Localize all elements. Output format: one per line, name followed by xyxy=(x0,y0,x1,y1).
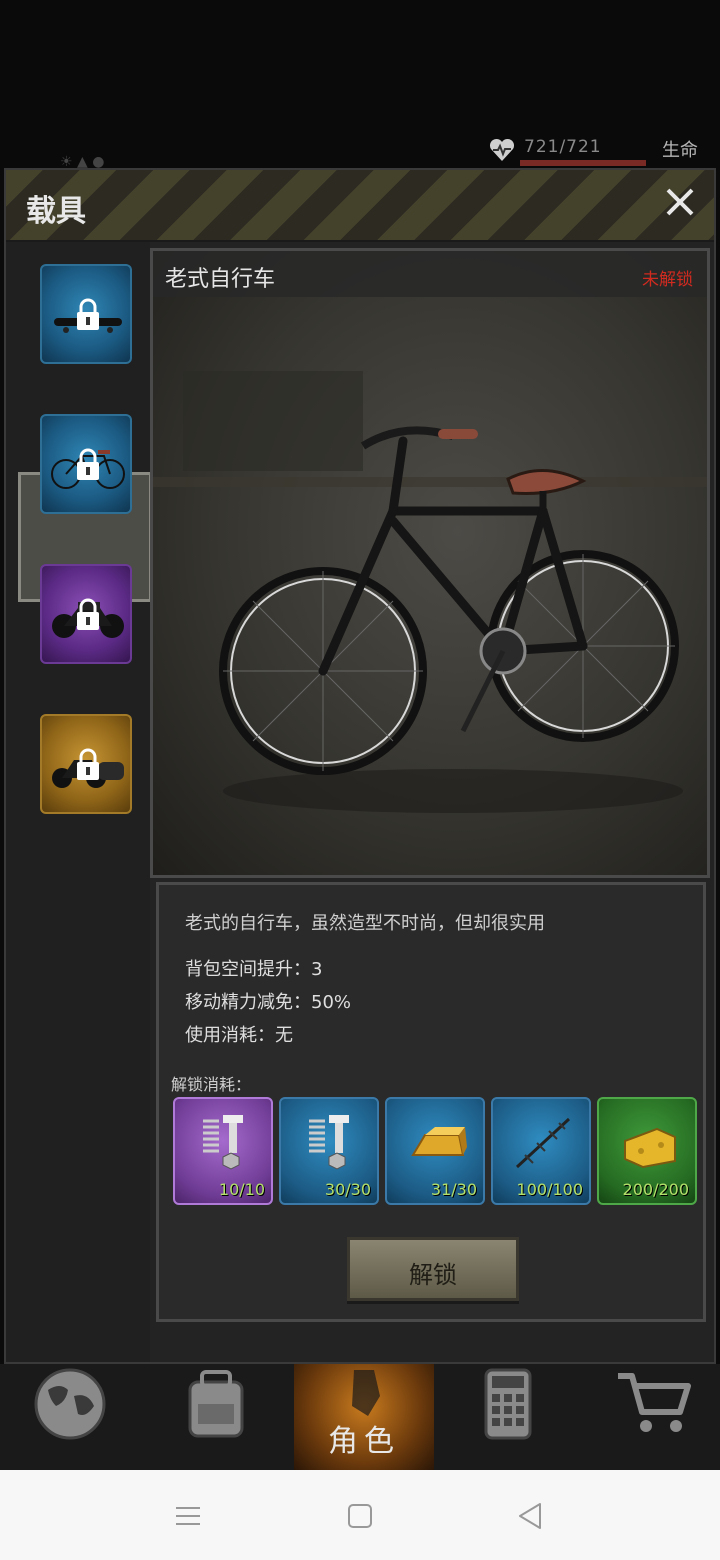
hp-row: 721/721 生命 xyxy=(0,132,720,168)
bicycle-illustration xyxy=(219,426,683,813)
backpack-icon xyxy=(188,1370,244,1438)
vehicle-slot-bicycle[interactable] xyxy=(40,414,132,514)
calculator-icon xyxy=(484,1368,532,1440)
stat-backpack-space: 背包空间提升：3 xyxy=(185,959,323,980)
stat-usage-cost: 使用消耗：无 xyxy=(185,1025,293,1046)
unlock-button[interactable]: 解锁 xyxy=(347,1237,519,1301)
barbed-wire-icon xyxy=(515,1117,571,1169)
vehicle-display: 老式自行车 未解锁 xyxy=(150,248,710,878)
menu-icon[interactable] xyxy=(172,1500,204,1532)
nav-character-label: 角色 xyxy=(328,1424,400,1459)
spring-bolt-icon xyxy=(203,1115,243,1170)
nav-character[interactable]: 角色 xyxy=(294,1364,434,1470)
nav-backpack[interactable] xyxy=(146,1364,286,1470)
material-count: 30/30 xyxy=(324,1180,371,1199)
panel-header: 载具 xyxy=(6,170,714,242)
spring-bolt-icon xyxy=(309,1115,349,1170)
lock-status: 未解锁 xyxy=(642,270,693,290)
nav-world[interactable] xyxy=(0,1364,140,1470)
system-nav-bar xyxy=(0,1470,720,1560)
heart-icon xyxy=(489,138,515,161)
top-status-area: ☀ ▲ ● 721/721 生命 xyxy=(0,0,720,170)
display-title-bar: 老式自行车 未解锁 xyxy=(153,251,707,297)
lock-icon xyxy=(77,598,99,630)
material-slot[interactable]: 31/30 xyxy=(385,1097,485,1205)
vehicle-description: 老式的自行车，虽然造型不时尚，但却很实用 xyxy=(185,913,545,934)
close-button[interactable] xyxy=(660,182,700,222)
cheese-icon xyxy=(624,1127,676,1169)
lock-icon xyxy=(77,448,99,480)
hp-value: 721/721 xyxy=(524,137,602,157)
material-count: 100/100 xyxy=(516,1180,583,1199)
lock-icon xyxy=(77,298,99,330)
material-slot[interactable]: 200/200 xyxy=(597,1097,697,1205)
hp-bar xyxy=(520,160,646,166)
unlock-button-label: 解锁 xyxy=(409,1261,457,1289)
vehicle-panel: 载具 老式自行车 未解锁 老式的自行车，虽然造型不时尚，但却很实用 背包空间提升… xyxy=(4,168,716,1364)
lock-icon xyxy=(77,748,99,780)
vehicle-list xyxy=(6,242,152,1362)
stat-stamina-reduction: 移动精力减免：50% xyxy=(185,992,352,1013)
close-icon xyxy=(666,188,694,216)
vehicle-slot-motorcycle[interactable] xyxy=(40,564,132,664)
material-count: 200/200 xyxy=(622,1180,689,1199)
vehicle-slot-skateboard[interactable] xyxy=(40,264,132,364)
gold-bar-icon xyxy=(411,1127,467,1156)
shop-cart-icon xyxy=(618,1373,691,1432)
material-count: 31/30 xyxy=(430,1180,477,1199)
back-icon[interactable] xyxy=(514,1500,546,1532)
vehicle-name: 老式自行车 xyxy=(165,267,276,292)
material-slot[interactable]: 100/100 xyxy=(491,1097,591,1205)
material-slot[interactable]: 10/10 xyxy=(173,1097,273,1205)
unlock-cost-label: 解锁消耗： xyxy=(171,1075,252,1094)
material-count: 10/10 xyxy=(218,1180,265,1199)
world-icon xyxy=(34,1368,106,1440)
vehicle-slot-sidecar[interactable] xyxy=(40,714,132,814)
panel-title: 载具 xyxy=(26,194,86,229)
hp-label: 生命 xyxy=(662,140,698,161)
bottom-nav: 角色 xyxy=(0,1364,720,1470)
nav-shop[interactable] xyxy=(584,1364,720,1470)
material-slot[interactable]: 30/30 xyxy=(279,1097,379,1205)
nav-calculator[interactable] xyxy=(438,1364,578,1470)
home-icon[interactable] xyxy=(344,1500,376,1532)
vehicle-info-box: 老式的自行车，虽然造型不时尚，但却很实用 背包空间提升：3 移动精力减免：50%… xyxy=(156,882,706,1322)
